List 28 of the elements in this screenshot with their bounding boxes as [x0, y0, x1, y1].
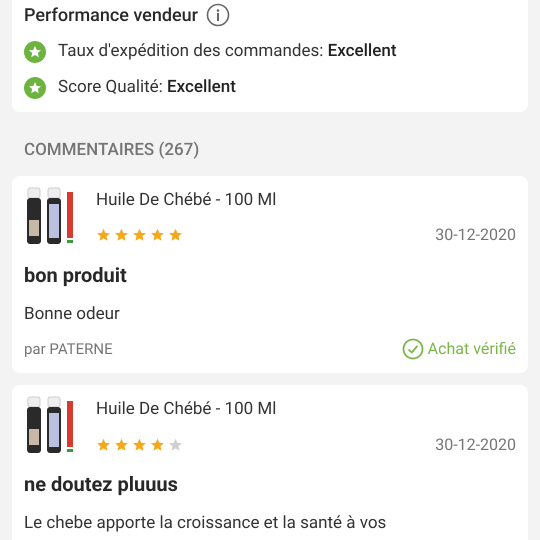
star-badge-icon	[24, 77, 46, 99]
star-icon	[168, 438, 183, 452]
info-icon[interactable]	[206, 3, 230, 27]
review-text: Le chebe apporte la croissance et la santé à vos	[24, 512, 388, 535]
check-circle-icon	[402, 338, 424, 360]
review-title: bon produit	[24, 262, 128, 288]
star-icon	[114, 438, 129, 452]
metric-text: Taux d'expédition des commandes: Excellent	[58, 40, 396, 64]
review-text: Bonne odeur	[24, 302, 121, 326]
star-icon	[96, 438, 111, 452]
star-icon	[132, 228, 147, 242]
section-title: Performance vendeur	[24, 4, 198, 28]
star-icon	[132, 438, 147, 452]
review-date: 30-12-2020	[435, 224, 516, 246]
star-icon	[114, 228, 129, 242]
star-icon	[150, 228, 165, 242]
star-badge-icon	[24, 41, 46, 63]
star-icon	[96, 228, 111, 242]
review-author: par PATERNE	[24, 338, 113, 360]
product-name: Huile De Chébé - 100 Ml	[96, 398, 278, 421]
review-date: 30-12-2020	[435, 434, 516, 456]
comments-heading: COMMENTAIRES (267)	[24, 139, 200, 162]
verified-purchase-label: Achat vérifié	[428, 338, 516, 360]
product-name: Huile De Chébé - 100 Ml	[96, 188, 278, 212]
star-icon	[168, 228, 183, 242]
star-icon	[150, 438, 165, 452]
metric-text: Score Qualité: Excellent	[58, 76, 236, 100]
review-title: ne doutez pluuus	[24, 471, 179, 498]
